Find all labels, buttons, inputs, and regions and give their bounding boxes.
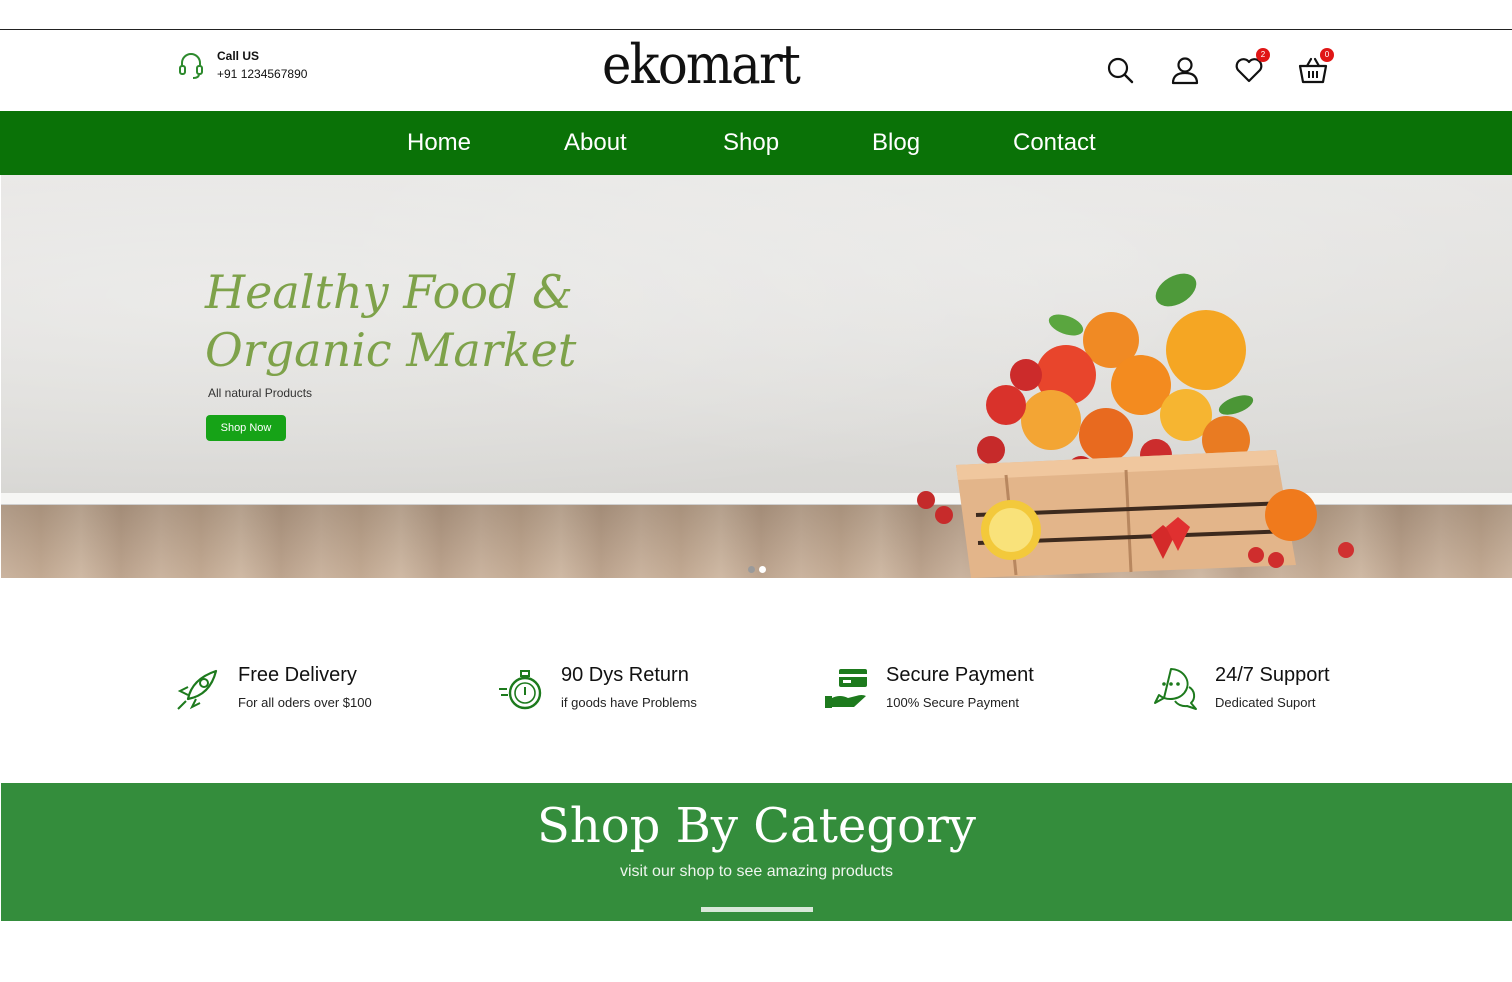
call-us[interactable]: Call US +91 1234567890 [178,48,307,84]
stopwatch-icon [499,670,542,710]
hero-subtitle: All natural Products [208,386,313,400]
slider-dots [748,566,766,573]
fruit-basket-image [917,273,1354,578]
site-logo[interactable]: ekomart [602,34,801,96]
feature-subtitle: if goods have Problems [561,695,697,710]
feature-title: Free Delivery [238,664,357,686]
feature-free-delivery: Free Delivery For all oders over $100 [174,661,372,714]
headset-icon [179,53,203,79]
call-label: Call US [217,49,260,63]
shop-by-category-banner: Shop By Category visit our shop to see a… [1,783,1512,921]
wishlist-button[interactable]: 2 [1234,48,1270,86]
card-hand-icon [825,669,867,708]
nav-blog[interactable]: Blog [872,129,920,157]
category-title: Shop By Category [536,798,977,854]
hero-title: Healthy Food & Organic Market [205,263,576,379]
hero-title-line2: Organic Market [205,323,577,377]
search-icon [1107,57,1134,84]
site-header: Call US +91 1234567890 ekomart 2 0 [0,30,1512,111]
cart-button[interactable]: 0 [1298,48,1334,86]
chat-icon [1154,668,1197,710]
feature-title: 90 Dys Return [561,664,689,686]
feature-support: 24/7 Support Dedicated Suport [1151,661,1330,714]
slider-dot-1[interactable] [748,566,755,573]
feature-subtitle: Dedicated Suport [1215,695,1316,710]
nav-contact[interactable]: Contact [1013,129,1096,157]
feature-title: Secure Payment [886,664,1034,686]
wishlist-count-badge: 2 [1256,48,1270,62]
user-icon [1171,57,1199,85]
feature-secure-payment: Secure Payment 100% Secure Payment [822,661,1034,714]
hero-banner: Healthy Food & Organic Market All natura… [1,175,1512,578]
search-button[interactable] [1106,54,1136,86]
slider-dot-2[interactable] [759,566,766,573]
shop-now-button[interactable]: Shop Now [206,415,286,441]
feature-title: 24/7 Support [1215,664,1330,686]
main-nav: Home About Shop Blog Contact [0,111,1512,175]
feature-subtitle: For all oders over $100 [238,695,372,710]
hero-title-line1: Healthy Food & [205,265,573,319]
nav-shop[interactable]: Shop [723,129,779,157]
account-button[interactable] [1170,54,1200,86]
nav-home[interactable]: Home [407,129,471,157]
rocket-icon [177,669,218,710]
category-subtitle: visit our shop to see amazing products [619,863,894,880]
nav-about[interactable]: About [564,129,627,157]
category-underline [701,907,813,912]
call-phone[interactable]: +91 1234567890 [217,64,307,84]
feature-return: 90 Dys Return if goods have Problems [497,661,697,714]
feature-subtitle: 100% Secure Payment [886,695,1019,710]
cart-count-badge: 0 [1320,48,1334,62]
